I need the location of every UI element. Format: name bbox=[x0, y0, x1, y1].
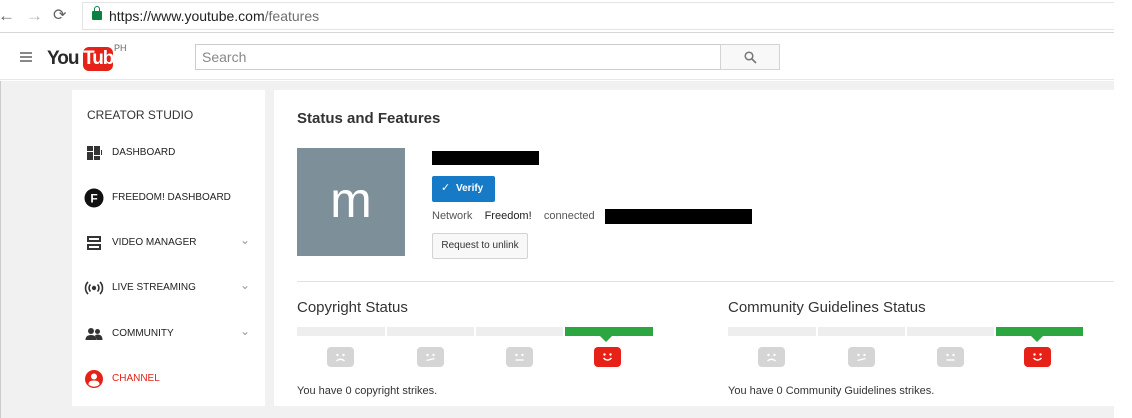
network-line: Network Freedom! connected bbox=[432, 210, 595, 222]
copyright-status-title: Copyright Status bbox=[297, 299, 408, 316]
happy-face-icon bbox=[1024, 347, 1051, 367]
chevron-down-icon[interactable]: ⌄ bbox=[240, 324, 250, 338]
country-code: PH bbox=[114, 43, 127, 53]
chevron-down-icon[interactable]: ⌄ bbox=[240, 233, 250, 247]
strike-segment-active bbox=[996, 327, 1083, 342]
neutral-face-icon bbox=[937, 347, 964, 367]
video-manager-icon bbox=[87, 236, 101, 250]
copyright-strikes-message: You have 0 copyright strikes. bbox=[297, 385, 438, 397]
network-value: Freedom! bbox=[484, 210, 532, 222]
strike-segment-active bbox=[565, 327, 653, 342]
sad-face-icon bbox=[758, 347, 785, 367]
strike-segment bbox=[907, 327, 994, 336]
youtube-masthead: You Tube PH Search bbox=[0, 34, 1114, 80]
sidebar-item-live-streaming[interactable]: LIVE STREAMING ⌄ bbox=[72, 273, 265, 303]
sidebar-item-community[interactable]: COMMUNITY ⌄ bbox=[72, 319, 265, 349]
sidebar-item-freedom-dashboard[interactable]: F FREEDOM! DASHBOARD bbox=[72, 183, 265, 213]
menu-icon[interactable] bbox=[20, 52, 32, 62]
neutral-face-icon bbox=[506, 347, 533, 367]
sidebar-item-video-manager[interactable]: VIDEO MANAGER ⌄ bbox=[72, 228, 265, 258]
request-unlink-button[interactable]: Request to unlink bbox=[432, 233, 528, 259]
forward-arrow-icon[interactable]: → bbox=[26, 7, 43, 25]
dashboard-icon bbox=[87, 146, 102, 160]
sidebar-item-dashboard[interactable]: DASHBOARD bbox=[72, 138, 265, 168]
channel-avatar: m bbox=[297, 148, 405, 256]
strike-segment bbox=[476, 327, 563, 336]
freedom-icon: F bbox=[84, 188, 104, 208]
channel-icon bbox=[85, 370, 103, 388]
sidebar-heading: CREATOR STUDIO bbox=[87, 108, 194, 122]
strike-segment bbox=[387, 327, 474, 336]
status-features-panel: Status and Features m ✓ Verify Network F… bbox=[274, 90, 1114, 406]
creator-studio-sidebar: CREATOR STUDIO DASHBOARD F FREEDOM! DASH… bbox=[72, 90, 265, 406]
back-arrow-icon[interactable]: ← bbox=[0, 7, 15, 25]
lock-icon bbox=[92, 6, 102, 20]
strike-segment bbox=[297, 327, 385, 336]
community-icon bbox=[85, 328, 103, 340]
search-button[interactable] bbox=[720, 44, 780, 70]
check-icon: ✓ bbox=[441, 182, 451, 194]
sad-face-icon bbox=[327, 347, 354, 367]
strike-segment bbox=[818, 327, 905, 336]
happy-face-icon bbox=[594, 347, 621, 367]
divider bbox=[297, 281, 1114, 282]
chevron-down-icon[interactable]: ⌄ bbox=[240, 278, 250, 292]
svg-text:F: F bbox=[90, 192, 97, 206]
strike-segment bbox=[728, 327, 816, 336]
unsure-face-icon bbox=[848, 347, 875, 367]
browser-toolbar: ← → ⟳ https://www.youtube.com/features bbox=[0, 0, 1132, 33]
community-status-title: Community Guidelines Status bbox=[728, 299, 926, 316]
live-streaming-icon bbox=[84, 281, 104, 295]
redacted-channel-name bbox=[432, 151, 539, 165]
search-input[interactable]: Search bbox=[195, 44, 721, 70]
scrollbar[interactable] bbox=[1114, 0, 1132, 418]
search-icon bbox=[744, 51, 757, 64]
redacted-connection-date bbox=[605, 209, 752, 224]
reload-icon[interactable]: ⟳ bbox=[53, 7, 66, 25]
url-text: https://www.youtube.com/features bbox=[109, 8, 320, 24]
address-bar[interactable]: https://www.youtube.com/features bbox=[82, 2, 1116, 30]
sidebar-item-channel[interactable]: CHANNEL bbox=[72, 364, 265, 394]
community-strikes-message: You have 0 Community Guidelines strikes. bbox=[728, 385, 935, 397]
page-title: Status and Features bbox=[297, 110, 441, 127]
verify-button[interactable]: ✓ Verify bbox=[432, 176, 495, 202]
unsure-face-icon bbox=[417, 347, 444, 367]
